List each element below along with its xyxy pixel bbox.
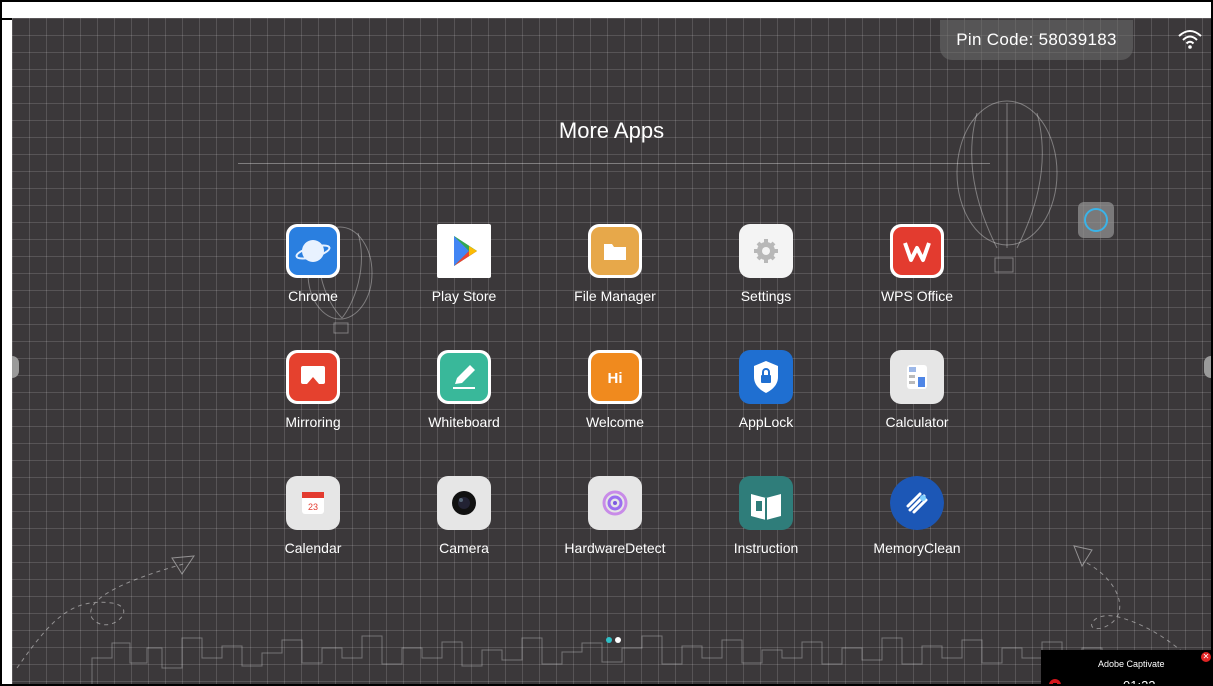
play-store-icon (437, 224, 491, 278)
folder-icon (588, 224, 642, 278)
record-stop-icon[interactable] (1049, 679, 1061, 684)
app-label: Instruction (733, 540, 799, 556)
wps-icon (890, 224, 944, 278)
page-indicator (606, 637, 626, 645)
mirroring-icon (286, 350, 340, 404)
app-label: Calculator (885, 414, 949, 430)
app-label: WPS Office (880, 288, 954, 304)
pin-code-badge: Pin Code: 58039183 (940, 20, 1133, 60)
gear-icon (739, 224, 793, 278)
page-dot-1[interactable] (606, 637, 612, 643)
app-label: Calendar (284, 540, 342, 556)
right-edge-handle[interactable] (1204, 356, 1211, 378)
app-label: Mirroring (285, 414, 341, 430)
whiteboard-pen-icon (437, 350, 491, 404)
page-title: More Apps (558, 118, 665, 143)
title-divider (238, 163, 990, 164)
app-label: Welcome (585, 414, 645, 430)
app-label: HardwareDetect (564, 540, 666, 556)
app-label: AppLock (738, 414, 794, 430)
recorder-app-name: Adobe Captivate (1098, 659, 1165, 669)
page-dot-2-active[interactable] (615, 637, 621, 643)
hardware-detect-icon (588, 476, 642, 530)
calendar-day-text: 23 (308, 502, 318, 512)
launcher-screen: Pin Code: 58039183 More Apps Chrome Play… (12, 18, 1211, 686)
chrome-icon (286, 224, 340, 278)
assistant-ring-icon (1084, 208, 1108, 232)
camera-icon (437, 476, 491, 530)
calendar-icon: 23 (286, 476, 340, 530)
welcome-hi-icon: Hi (588, 350, 642, 404)
recorder-elapsed-time: 01:22 (1123, 678, 1156, 686)
close-icon[interactable]: ✕ (1201, 652, 1211, 662)
wifi-icon[interactable] (1177, 28, 1203, 50)
left-edge-handle[interactable] (12, 356, 19, 378)
pin-code-label: Pin Code: (956, 30, 1034, 49)
screenshot-frame: Pin Code: 58039183 More Apps Chrome Play… (0, 0, 1213, 686)
instruction-book-icon (739, 476, 793, 530)
app-label: MemoryClean (873, 540, 961, 556)
app-label: Camera (439, 540, 489, 556)
calculator-icon (890, 350, 944, 404)
app-label: Settings (740, 288, 792, 304)
paper-plane-decoration (16, 555, 195, 669)
screen-recorder-widget[interactable]: Adobe Captivate 01:22 ✕ (1041, 650, 1211, 686)
app-label: Chrome (288, 288, 338, 304)
app-label: Whiteboard (428, 414, 500, 430)
memory-clean-rocket-icon (890, 476, 944, 530)
pin-code-value: 58039183 (1038, 30, 1117, 49)
applock-shield-icon (739, 350, 793, 404)
app-label: Play Store (431, 288, 497, 304)
svg-text:Hi: Hi (608, 370, 623, 387)
floating-assistant-button[interactable] (1078, 202, 1114, 238)
app-label: File Manager (574, 288, 656, 304)
